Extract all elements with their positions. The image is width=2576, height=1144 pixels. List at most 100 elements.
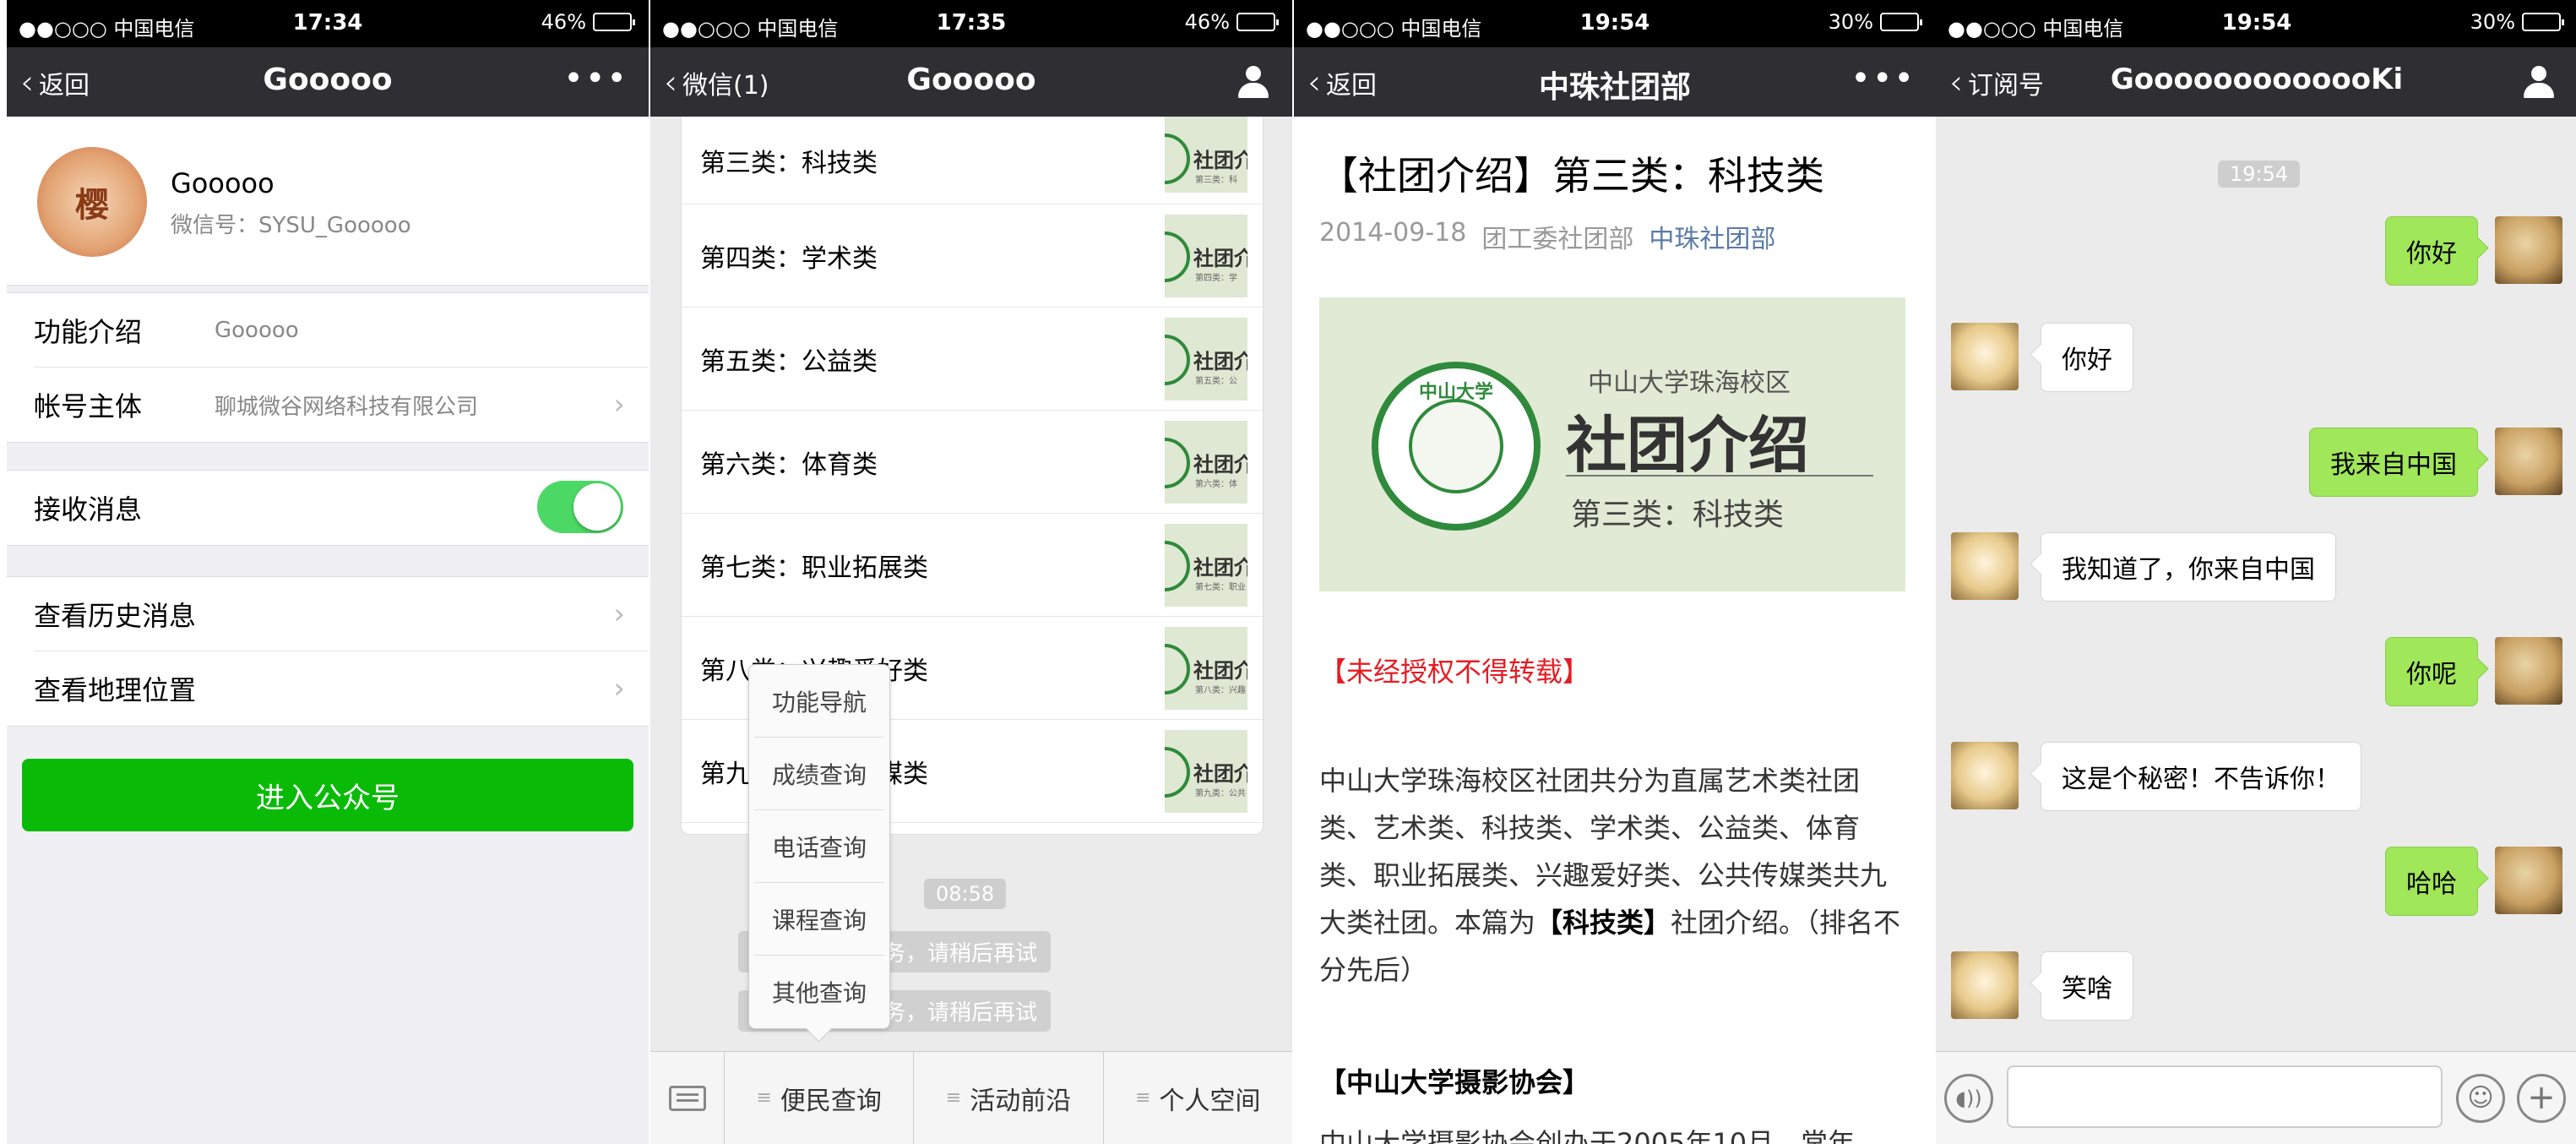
account-link[interactable]: 中珠社团部	[1649, 218, 1775, 255]
thumb-text: 社团介	[1193, 556, 1247, 580]
message-bubble-in[interactable]: 我知道了，你来自中国	[2041, 532, 2336, 602]
message-bubble-out[interactable]: 你好	[2385, 216, 2478, 286]
nav-bar: ‹ 返回 Gooooo •••	[7, 47, 649, 117]
submenu-item[interactable]: 课程查询	[754, 883, 884, 956]
article-title: 第六类：体育类	[700, 449, 878, 480]
screen-article: ●●○○○ 中国电信 19:54 30% ‹ 返回 中珠社团部 ••• 【社团介绍…	[1294, 0, 1936, 1144]
chevron-right-icon: ›	[613, 597, 625, 631]
article-thumbnail: 社团介第九类：公共	[1165, 730, 1247, 813]
article-author: 团工委社团部	[1481, 225, 1634, 254]
article-date: 2014-09-18	[1319, 218, 1467, 248]
submenu-item[interactable]: 电话查询	[754, 810, 884, 883]
chevron-right-icon: ›	[613, 672, 625, 705]
voice-icon[interactable]: ◖))	[1944, 1074, 1993, 1123]
more-dots-icon[interactable]: •••	[563, 59, 628, 98]
copyright-warning: 【未经授权不得转载】	[1319, 656, 1590, 688]
keyboard-toggle[interactable]	[650, 1052, 725, 1144]
article-thumbnail: 社团介第八类：兴趣	[1165, 627, 1247, 710]
status-bar: ●●○○○ 中国电信 19:54 30%	[1936, 0, 2576, 47]
menu-button[interactable]: ≡ 便民查询	[725, 1052, 915, 1144]
nav-title: 中珠社团部	[1538, 70, 1691, 105]
message-bubble-out[interactable]: 你呢	[2385, 637, 2478, 706]
menu-lines-icon: ≡	[945, 1087, 962, 1109]
avatar[interactable]	[2495, 216, 2562, 284]
article-title: 第七类：职业拓展类	[700, 553, 928, 583]
avatar[interactable]	[1951, 532, 2019, 600]
history-row[interactable]: 查看历史消息 ›	[34, 577, 649, 651]
article-banner: 中山大学 中山大学珠海校区 社团介绍 第三类：科技类	[1319, 297, 1905, 591]
message-bubble-out[interactable]: 哈哈	[2385, 847, 2478, 916]
nav-bar: ‹ 返回 中珠社团部 •••	[1294, 47, 1936, 117]
logo-lettering: 樱	[75, 186, 109, 225]
actions-group: 查看历史消息 › 查看地理位置 ›	[7, 576, 649, 727]
nav-bar: ‹ 订阅号 GooooooooooooKi	[1936, 47, 2576, 117]
message-bubble-in[interactable]: 笑啥	[2041, 951, 2133, 1021]
avatar[interactable]	[1951, 323, 2019, 390]
battery-icon	[2522, 13, 2564, 31]
article-content: 【社团介绍】第三类：科技类 2014-09-18 团工委社团部 中珠社团部 中山…	[1319, 117, 1910, 1144]
article-title: 【社团介绍】第三类：科技类	[1319, 153, 1824, 199]
menu-button-label: 活动前沿	[970, 1086, 1072, 1116]
article-body: 中山大学珠海校区社团共分为直属艺术类社团类、艺术类、科技类、学术类、公益类、体育…	[1319, 757, 1910, 994]
owner-row[interactable]: 帐号主体 聊城微谷网络科技有限公司 ›	[34, 368, 649, 442]
keyboard-icon	[668, 1085, 706, 1111]
article-thumbnail: 社团介第五类：公	[1165, 318, 1247, 400]
thumb-sub: 第八类：兴趣	[1195, 686, 1246, 695]
receive-row: 接收消息	[34, 471, 649, 545]
avatar[interactable]	[2495, 637, 2562, 705]
location-label: 查看地理位置	[34, 674, 197, 706]
seal-ring	[1165, 232, 1190, 282]
screen-account-chat: ●●○○○ 中国电信 17:35 46% ‹ 微信(1) Gooooo 第三类：科…	[650, 0, 1292, 1144]
thumb-sub: 第九类：公共	[1195, 789, 1246, 798]
avatar[interactable]	[1951, 742, 2019, 809]
status-bar: ●●○○○ 中国电信 17:34 46%	[7, 0, 649, 47]
banner-line1: 中山大学珠海校区	[1588, 368, 1791, 398]
thumb-text: 社团介	[1193, 659, 1247, 683]
article-item[interactable]: 第三类：科技类 社团介第三类：科	[682, 117, 1263, 204]
thumb-sub: 第七类：职业	[1195, 583, 1246, 592]
message-bubble-in[interactable]: 这是个秘密！不告诉你！	[2041, 742, 2361, 811]
menu-button[interactable]: ≡ 个人空间	[1104, 1052, 1292, 1144]
submenu-item[interactable]: 功能导航	[754, 665, 884, 738]
article-title: 第五类：公益类	[700, 346, 878, 377]
plus-icon[interactable]: +	[2517, 1074, 2566, 1123]
article-item[interactable]: 第七类：职业拓展类 社团介第七类：职业	[682, 514, 1263, 617]
person-icon[interactable]	[2524, 66, 2554, 98]
submenu-item[interactable]: 其他查询	[754, 956, 884, 1028]
banner-line2: 社团介绍	[1566, 410, 1810, 481]
submenu-item[interactable]: 成绩查询	[754, 738, 884, 810]
location-row[interactable]: 查看地理位置 ›	[34, 651, 649, 726]
receive-label: 接收消息	[34, 493, 143, 526]
avatar[interactable]	[2495, 428, 2562, 495]
chat-input-bar: ◖)) ☺ +	[1936, 1051, 2576, 1144]
receive-toggle[interactable]	[537, 481, 623, 533]
article-thumbnail: 社团介第七类：职业	[1165, 524, 1247, 607]
custom-menu-bar: ≡ 便民查询 ≡ 活动前沿 ≡ 个人空间	[650, 1051, 1292, 1144]
message-bubble-in[interactable]: 你好	[2041, 323, 2133, 392]
intro-value: Gooooo	[215, 317, 299, 343]
wechat-id: 微信号：SYSU_Gooooo	[171, 213, 411, 238]
person-head	[1246, 66, 1261, 81]
nav-title: Gooooo	[263, 63, 393, 97]
avatar[interactable]	[2495, 847, 2562, 914]
battery-icon	[1236, 13, 1279, 31]
article-item[interactable]: 第五类：公益类 社团介第五类：公	[682, 308, 1263, 411]
history-label: 查看历史消息	[34, 599, 197, 632]
enter-account-button[interactable]: 进入公众号	[22, 759, 633, 831]
status-bar: ●●○○○ 中国电信 19:54 30%	[1294, 0, 1936, 47]
message-input[interactable]	[2007, 1065, 2443, 1128]
more-dots-icon[interactable]: •••	[1850, 59, 1916, 98]
avatar[interactable]	[1951, 951, 2019, 1019]
person-icon[interactable]	[1238, 66, 1269, 98]
article-title: 第三类：科技类	[700, 148, 878, 178]
article-thumbnail: 社团介第三类：科	[1165, 117, 1247, 193]
menu-button-label: 便民查询	[780, 1086, 882, 1116]
menu-button[interactable]: ≡ 活动前沿	[914, 1052, 1104, 1144]
owner-value: 聊城微谷网络科技有限公司	[215, 394, 479, 420]
time-badge: 08:58	[924, 879, 1007, 909]
person-body	[2524, 83, 2554, 98]
emoji-icon[interactable]: ☺	[2456, 1074, 2505, 1123]
article-item[interactable]: 第四类：学术类 社团介第四类：学	[682, 204, 1263, 308]
article-item[interactable]: 第六类：体育类 社团介第六类：体	[682, 411, 1263, 514]
message-bubble-out[interactable]: 我来自中国	[2309, 428, 2478, 497]
